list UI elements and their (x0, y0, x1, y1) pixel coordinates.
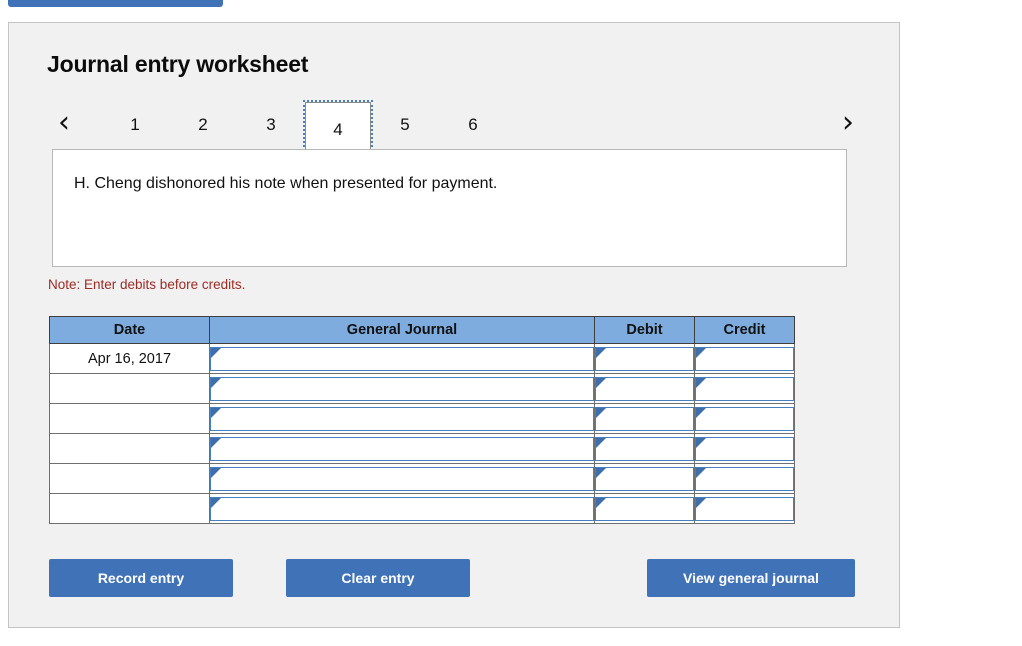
credit-field[interactable] (695, 496, 794, 521)
general-journal-field-cell[interactable] (209, 463, 595, 494)
pager-tab-3[interactable]: 3 (255, 108, 287, 142)
note-text: Note: Enter debits before credits. (48, 277, 246, 292)
table-header-row: Date General Journal Debit Credit (49, 316, 795, 344)
credit-field-cell[interactable] (694, 493, 795, 524)
record-entry-button[interactable]: Record entry (49, 559, 233, 597)
debit-field[interactable] (595, 436, 694, 461)
view-general-journal-button[interactable]: View general journal (647, 559, 855, 597)
top-tab-fragment[interactable] (8, 0, 223, 7)
credit-field[interactable] (695, 406, 794, 431)
general-journal-field[interactable] (210, 436, 594, 461)
page-title: Journal entry worksheet (47, 51, 309, 77)
table-row (49, 493, 795, 524)
credit-field[interactable] (695, 436, 794, 461)
general-journal-field-cell[interactable] (209, 493, 595, 524)
column-header-general-journal: General Journal (209, 316, 595, 344)
credit-field[interactable] (695, 466, 794, 491)
column-header-debit: Debit (594, 316, 695, 344)
date-cell[interactable] (49, 403, 210, 434)
date-cell[interactable]: Apr 16, 2017 (49, 343, 210, 374)
table-row: Apr 16, 2017 (49, 343, 795, 374)
debit-field-cell[interactable] (594, 373, 695, 404)
debit-field-cell[interactable] (594, 493, 695, 524)
date-cell[interactable] (49, 433, 210, 464)
general-journal-field[interactable] (210, 496, 594, 521)
table-row (49, 433, 795, 464)
pager-tab-1[interactable]: 1 (119, 108, 151, 142)
journal-entry-worksheet-panel: Journal entry worksheet ‹ › 123456 H. Ch… (8, 22, 900, 628)
general-journal-field-cell[interactable] (209, 403, 595, 434)
general-journal-field[interactable] (210, 466, 594, 491)
credit-field-cell[interactable] (694, 463, 795, 494)
column-header-date: Date (49, 316, 210, 344)
pager-tab-2[interactable]: 2 (187, 108, 219, 142)
general-journal-field-cell[interactable] (209, 343, 595, 374)
date-cell[interactable] (49, 463, 210, 494)
date-cell[interactable] (49, 493, 210, 524)
general-journal-field[interactable] (210, 406, 594, 431)
pager-tab-6[interactable]: 6 (457, 108, 489, 142)
table-row (49, 403, 795, 434)
debit-field-cell[interactable] (594, 403, 695, 434)
credit-field[interactable] (695, 346, 794, 371)
debit-field[interactable] (595, 406, 694, 431)
credit-field-cell[interactable] (694, 373, 795, 404)
debit-field-cell[interactable] (594, 433, 695, 464)
transaction-description-box: H. Cheng dishonored his note when presen… (52, 149, 847, 267)
general-journal-field-cell[interactable] (209, 373, 595, 404)
debit-field[interactable] (595, 496, 694, 521)
chevron-left-icon[interactable]: ‹ (49, 97, 79, 153)
column-header-credit: Credit (694, 316, 795, 344)
credit-field-cell[interactable] (694, 403, 795, 434)
transaction-description-text: H. Cheng dishonored his note when presen… (74, 175, 498, 192)
date-cell[interactable] (49, 373, 210, 404)
credit-field-cell[interactable] (694, 343, 795, 374)
worksheet-pager: ‹ › 123456 (47, 97, 867, 159)
chevron-right-icon[interactable]: › (833, 97, 863, 153)
journal-entry-table: Date General Journal Debit Credit Apr 16… (49, 316, 795, 524)
table-body: Apr 16, 2017 (49, 343, 795, 524)
clear-entry-button[interactable]: Clear entry (286, 559, 470, 597)
debit-field[interactable] (595, 466, 694, 491)
debit-field[interactable] (595, 376, 694, 401)
pager-tab-5[interactable]: 5 (389, 108, 421, 142)
debit-field-cell[interactable] (594, 343, 695, 374)
general-journal-field[interactable] (210, 376, 594, 401)
credit-field[interactable] (695, 376, 794, 401)
general-journal-field-cell[interactable] (209, 433, 595, 464)
credit-field-cell[interactable] (694, 433, 795, 464)
debit-field-cell[interactable] (594, 463, 695, 494)
table-row (49, 463, 795, 494)
debit-field[interactable] (595, 346, 694, 371)
table-row (49, 373, 795, 404)
general-journal-field[interactable] (210, 346, 594, 371)
